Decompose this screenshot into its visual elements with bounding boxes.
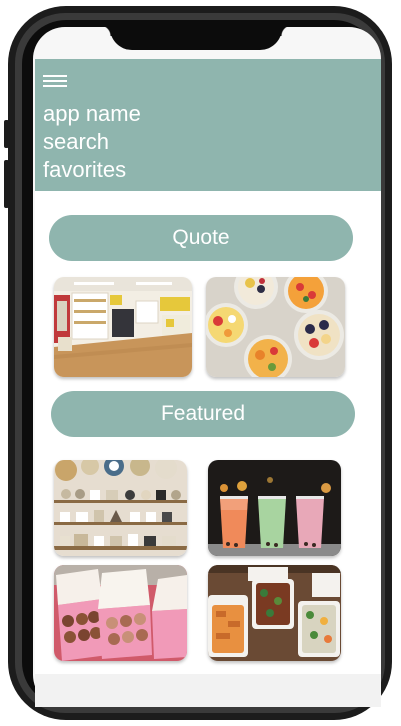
search-link[interactable]: search bbox=[43, 127, 109, 156]
quote-button[interactable]: Quote bbox=[49, 215, 353, 261]
pastry-boxes-image[interactable] bbox=[54, 565, 187, 661]
bottom-bar bbox=[35, 674, 381, 707]
main-content: Quote Featured bbox=[35, 191, 381, 674]
hamburger-icon[interactable] bbox=[43, 75, 67, 87]
store-interior-image[interactable] bbox=[54, 277, 192, 377]
featured-button[interactable]: Featured bbox=[51, 391, 355, 437]
favorites-link[interactable]: favorites bbox=[43, 155, 126, 184]
phone-notch bbox=[100, 24, 292, 50]
takeout-meals-image[interactable] bbox=[208, 565, 341, 661]
app-name-link[interactable]: app name bbox=[43, 99, 141, 128]
pottery-shelves-image[interactable] bbox=[54, 460, 187, 556]
fruit-bowls-image[interactable] bbox=[206, 277, 345, 377]
app-header: app name search favorites bbox=[35, 59, 381, 191]
boba-drinks-image[interactable] bbox=[208, 460, 341, 556]
